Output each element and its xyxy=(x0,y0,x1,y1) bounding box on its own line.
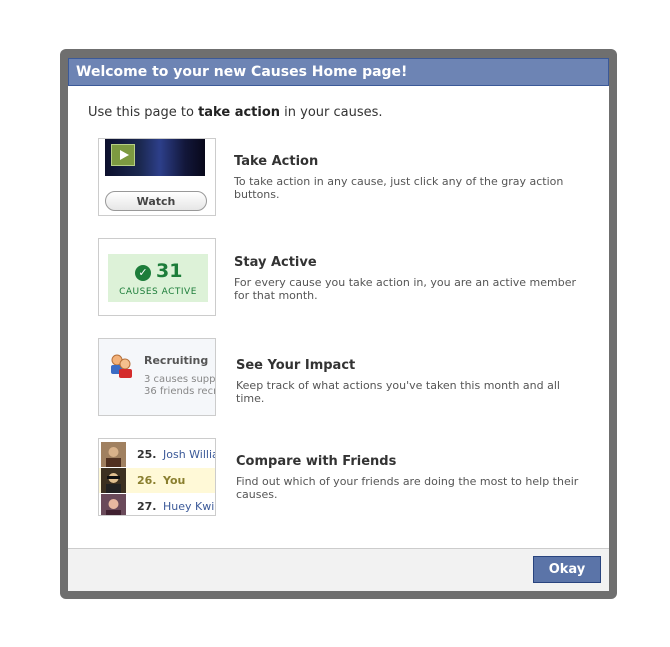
video-preview[interactable] xyxy=(105,139,205,176)
leaderboard-row-you[interactable]: 26. You xyxy=(99,468,215,493)
rank-number: 26. xyxy=(137,474,157,487)
see-impact-title: See Your Impact xyxy=(236,358,356,373)
causes-active-count: 31 xyxy=(156,260,183,282)
check-icon: ✓ xyxy=(135,265,151,281)
leaderboard-row[interactable]: 25. Josh Williams xyxy=(99,442,215,467)
causes-active-thumbnail: ✓ 31 CAUSES ACTIVE xyxy=(98,238,216,316)
rank-name[interactable]: Josh Williams xyxy=(163,448,215,461)
video-thumbnail[interactable]: Watch xyxy=(98,138,216,216)
take-action-title: Take Action xyxy=(234,154,319,169)
recruit-friends-line: 36 friends recruited xyxy=(144,386,216,397)
stay-active-title: Stay Active xyxy=(234,255,317,270)
rank-number: 25. xyxy=(137,448,157,461)
avatar xyxy=(101,442,126,467)
see-impact-section: Recruiting 3 causes supported 36 friends… xyxy=(98,338,598,418)
see-impact-description: Keep track of what actions you've taken … xyxy=(236,379,560,405)
dialog-footer: Okay xyxy=(68,548,609,591)
take-action-description: To take action in any cause, just click … xyxy=(234,175,564,201)
people-icon xyxy=(111,354,132,378)
compare-friends-title: Compare with Friends xyxy=(236,454,397,469)
avatar xyxy=(101,468,126,493)
impact-thumbnail: Recruiting 3 causes supported 36 friends… xyxy=(98,338,216,416)
compare-friends-description: Find out which of your friends are doing… xyxy=(236,475,579,501)
okay-button[interactable]: Okay xyxy=(533,556,601,583)
causes-active-label: CAUSES ACTIVE xyxy=(119,287,197,297)
compare-friends-section: 25. Josh Williams 26. You 27. Huey Kwik … xyxy=(98,438,598,518)
recruit-causes-line: 3 causes supported xyxy=(144,374,216,385)
stay-active-section: ✓ 31 CAUSES ACTIVE Stay Active For every… xyxy=(98,238,598,318)
rank-number: 27. xyxy=(137,500,157,513)
take-action-section: Watch Take Action To take action in any … xyxy=(98,138,598,218)
leaderboard-thumbnail: 25. Josh Williams 26. You 27. Huey Kwik xyxy=(98,438,216,516)
avatar xyxy=(101,494,126,515)
welcome-dialog: Welcome to your new Causes Home page! Us… xyxy=(68,58,609,591)
intro-text: Use this page to take action in your cau… xyxy=(88,105,383,120)
causes-active-counter: ✓ 31 CAUSES ACTIVE xyxy=(108,254,208,302)
play-icon[interactable] xyxy=(111,144,135,166)
dialog-title: Welcome to your new Causes Home page! xyxy=(68,58,609,86)
stay-active-description: For every cause you take action in, you … xyxy=(234,276,576,302)
leaderboard-row[interactable]: 27. Huey Kwik xyxy=(99,494,215,515)
watch-button[interactable]: Watch xyxy=(105,191,207,211)
rank-name: You xyxy=(163,474,186,487)
rank-name[interactable]: Huey Kwik xyxy=(163,500,215,513)
recruiting-title: Recruiting xyxy=(144,354,209,367)
